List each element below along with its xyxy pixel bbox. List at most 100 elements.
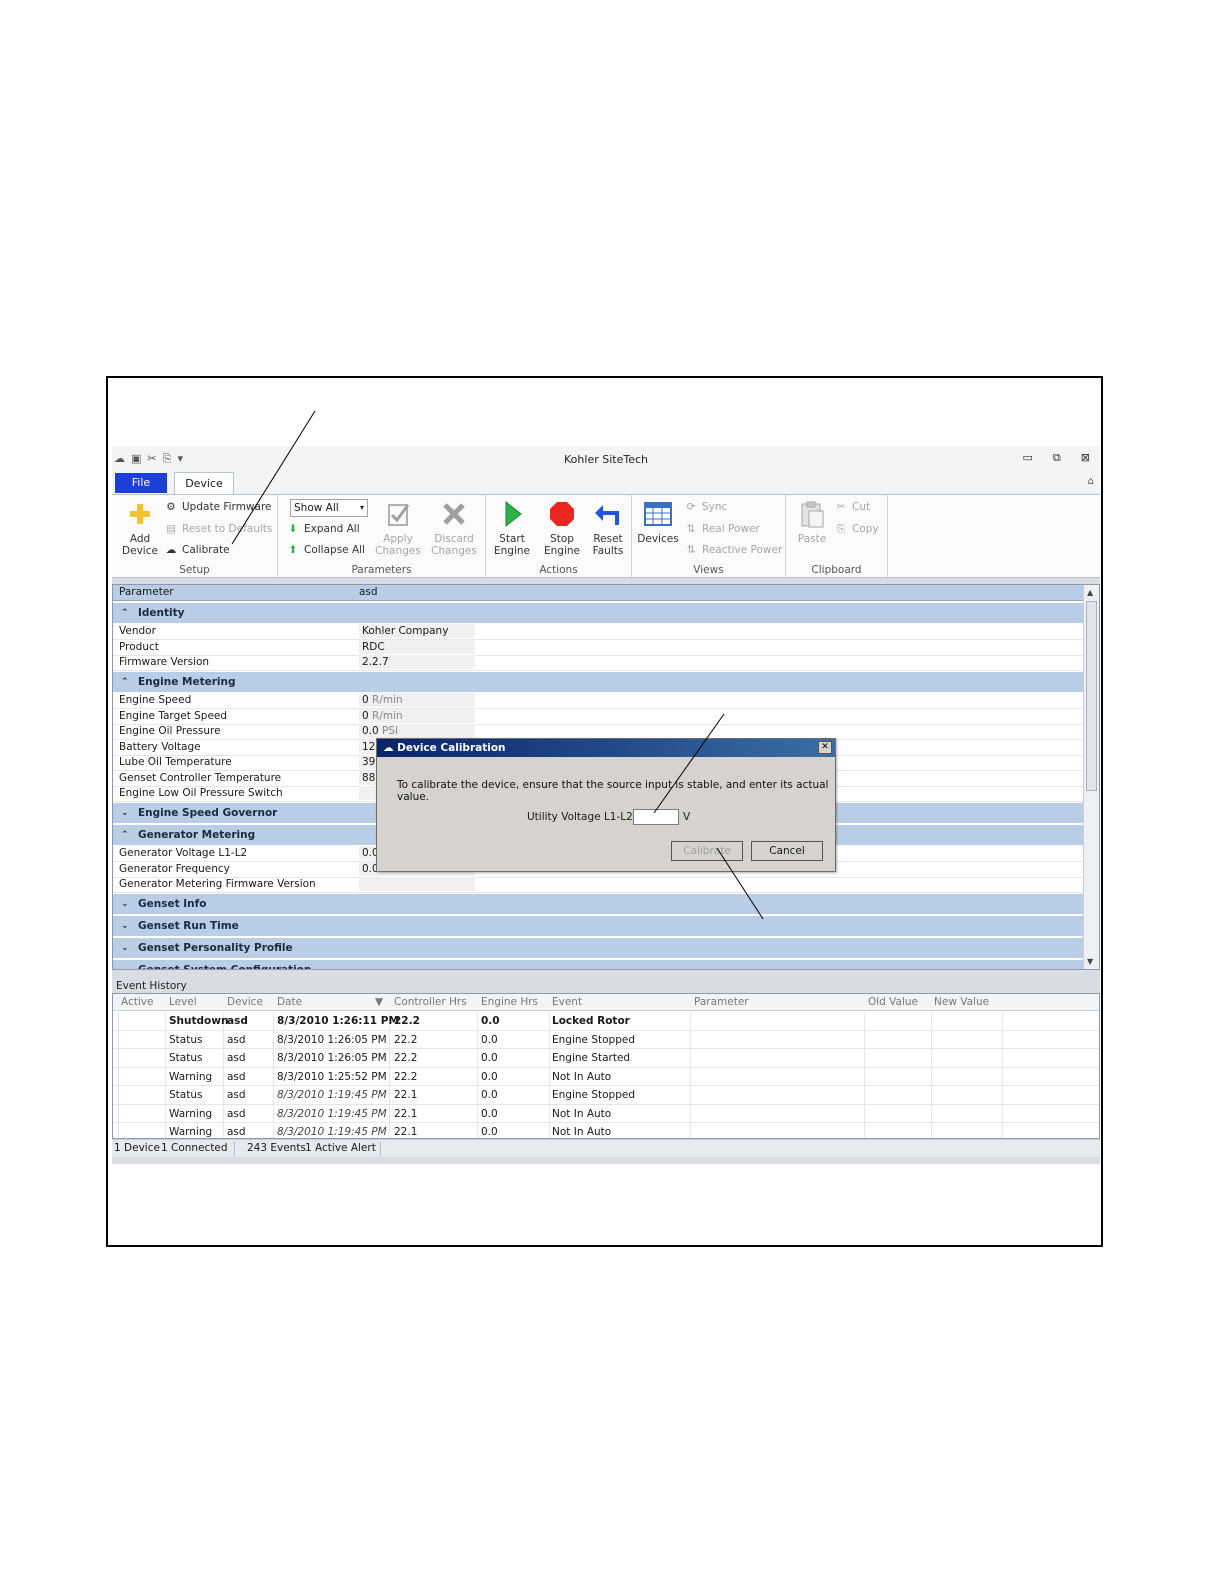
device-calibration-dialog: ☁ Device Calibration ✕ To calibrate the … <box>376 738 836 872</box>
scroll-thumb[interactable] <box>1086 601 1097 791</box>
category-genset-run-time[interactable]: ⌄ Genset Run Time <box>113 916 1083 936</box>
update-firmware-label: Update Firmware <box>182 501 272 513</box>
col-controller-hrs[interactable]: Controller Hrs <box>394 994 467 1010</box>
group-actions-label: Actions <box>539 564 578 576</box>
discard-changes-label-2: Changes <box>431 545 477 557</box>
add-device-button[interactable]: Add Device <box>114 499 166 557</box>
cell-level: Warning <box>169 1107 213 1120</box>
real-power-button[interactable]: ⇅ Real Power <box>684 521 760 537</box>
reset-faults-button[interactable]: Reset Faults <box>582 499 634 557</box>
col-engine-hrs[interactable]: Engine Hrs <box>481 994 538 1010</box>
grid-row[interactable]: Firmware Version 2.2.7 <box>113 655 1083 671</box>
scroll-down-icon[interactable]: ▼ <box>1087 957 1093 966</box>
chevron-down-icon[interactable]: ⌄ <box>121 803 129 823</box>
apply-changes-label-1: Apply <box>383 533 413 545</box>
cut-button[interactable]: ✂ Cut <box>834 499 871 515</box>
col-new-value[interactable]: New Value <box>934 994 989 1010</box>
col-active[interactable]: Active <box>121 994 153 1010</box>
restore-button[interactable]: ⧉ <box>1053 451 1061 465</box>
col-event[interactable]: Event <box>552 994 582 1010</box>
status-bar: 1 Device 1 Connected 243 Events 1 Active… <box>112 1139 1100 1157</box>
calibrate-dialog-button[interactable]: Calibrate <box>671 841 743 861</box>
table-row[interactable]: Status asd 8/3/2010 1:26:05 PM 22.2 0.0 Engin… <box>113 1030 1099 1049</box>
scroll-up-icon[interactable]: ▲ <box>1087 588 1093 597</box>
stop-engine-button[interactable]: Stop Engine <box>536 499 588 557</box>
devices-button[interactable]: Devices <box>632 499 684 545</box>
collapse-all-button[interactable]: ⬆ Collapse All <box>286 542 365 558</box>
tab-device[interactable]: Device <box>174 472 234 494</box>
table-row[interactable]: Warning asd 8/3/2010 1:19:45 PM 22.1 0.0 Not … <box>113 1104 1099 1123</box>
col-level[interactable]: Level <box>169 994 197 1010</box>
cell-separator <box>931 1012 932 1030</box>
discard-changes-button[interactable]: Discard Changes <box>428 499 480 557</box>
grid-row[interactable]: Generator Metering Firmware Version <box>113 877 1083 893</box>
cell-controller-hrs: 22.2 <box>394 1052 418 1064</box>
start-engine-button[interactable]: Start Engine <box>486 499 538 557</box>
row-value-text: 39 <box>362 756 376 768</box>
chevron-down-icon: ▾ <box>359 503 364 512</box>
paste-button[interactable]: Paste <box>786 499 838 545</box>
table-row[interactable]: Warning asd 8/3/2010 1:25:52 PM 22.2 0.0 Not … <box>113 1067 1099 1086</box>
grid-header-parameter[interactable]: Parameter <box>119 585 174 600</box>
chevron-down-icon[interactable]: ⌄ <box>121 960 129 969</box>
category-genset-system-configuration[interactable]: ⌄ Genset System Configuration <box>113 960 1083 969</box>
cancel-button[interactable]: Cancel <box>751 841 823 861</box>
cell-separator <box>223 1067 224 1086</box>
parameter-filter-select[interactable]: Show All ▾ <box>290 499 368 517</box>
chevron-down-icon[interactable]: ⌄ <box>121 916 129 936</box>
grid-header-device[interactable]: asd <box>359 585 378 600</box>
table-row[interactable]: Status asd 8/3/2010 1:19:45 PM 22.1 0.0 Engin… <box>113 1086 1099 1105</box>
grid-row[interactable]: Engine Speed 0 R/min <box>113 693 1083 709</box>
dialog-title-bar[interactable]: ☁ Device Calibration <box>377 739 835 757</box>
category-genset-run-time-label: Genset Run Time <box>138 920 239 932</box>
cell-separator <box>477 1123 478 1138</box>
table-row[interactable]: Warning asd 8/3/2010 1:19:45 PM 22.1 0.0 Not … <box>113 1123 1099 1138</box>
sort-desc-icon[interactable]: ▼ <box>375 994 383 1010</box>
table-row[interactable]: Shutdown asd 8/3/2010 1:26:11 PM 22.2 0.0 Loc… <box>113 1012 1099 1031</box>
cell-separator <box>549 1123 550 1138</box>
cell-device: asd <box>227 1107 246 1120</box>
category-identity[interactable]: ⌃ Identity <box>113 603 1083 623</box>
minimize-button[interactable]: ▭ <box>1023 451 1033 465</box>
grid-row[interactable]: Product RDC <box>113 640 1083 656</box>
tab-file[interactable]: File <box>115 473 167 493</box>
category-genset-info[interactable]: ⌄ Genset Info <box>113 894 1083 914</box>
cell-level: Shutdown <box>169 1015 229 1027</box>
chevron-up-icon[interactable]: ⌃ <box>121 825 129 845</box>
sync-button[interactable]: ⟳ Sync <box>684 499 728 515</box>
apply-changes-button[interactable]: Apply Changes <box>372 499 424 557</box>
reset-icon: ▤ <box>166 523 176 535</box>
cell-separator <box>223 1049 224 1067</box>
ribbon-collapse-icon[interactable]: ⌂ <box>1088 476 1094 487</box>
category-engine-metering[interactable]: ⌃ Engine Metering <box>113 672 1083 692</box>
chevron-up-icon[interactable]: ⌃ <box>121 603 129 623</box>
col-old-value[interactable]: Old Value <box>868 994 918 1010</box>
dialog-close-button[interactable]: ✕ <box>818 741 832 754</box>
col-device[interactable]: Device <box>227 994 263 1010</box>
grid-scrollbar[interactable]: ▲ ▼ <box>1083 585 1099 969</box>
reset-defaults-button[interactable]: ▤ Reset to Defaults <box>164 521 272 537</box>
chevron-down-icon[interactable]: ⌄ <box>121 894 129 914</box>
table-row[interactable]: Status asd 8/3/2010 1:26:05 PM 22.2 0.0 Engin… <box>113 1049 1099 1068</box>
reactive-power-button[interactable]: ⇅ Reactive Power <box>684 542 783 558</box>
col-parameter[interactable]: Parameter <box>694 994 749 1010</box>
calibrate-button[interactable]: ☁ Calibrate <box>164 542 230 558</box>
grid-row[interactable]: Engine Target Speed 0 R/min <box>113 709 1083 725</box>
row-value: 2.2.7 <box>359 655 475 669</box>
expand-all-button[interactable]: ⬇ Expand All <box>286 521 360 537</box>
cell-event: Not In Auto <box>552 1126 612 1138</box>
chevron-down-icon[interactable]: ⌄ <box>121 938 129 958</box>
category-engine-metering-label: Engine Metering <box>138 676 236 688</box>
chevron-up-icon[interactable]: ⌃ <box>121 672 129 692</box>
cell-event: Engine Started <box>552 1052 631 1064</box>
update-firmware-button[interactable]: ⚙ Update Firmware <box>164 499 272 515</box>
utility-voltage-input[interactable] <box>633 809 679 825</box>
close-button[interactable]: ⊠ <box>1081 451 1090 465</box>
cell-separator <box>118 1123 119 1138</box>
grid-row[interactable]: Vendor Kohler Company <box>113 624 1083 640</box>
col-date[interactable]: Date <box>277 994 302 1010</box>
cell-separator <box>1002 1104 1003 1123</box>
collapse-all-label: Collapse All <box>304 544 365 556</box>
copy-button[interactable]: ⎘ Copy <box>834 521 879 537</box>
category-genset-personality-profile[interactable]: ⌄ Genset Personality Profile <box>113 938 1083 958</box>
